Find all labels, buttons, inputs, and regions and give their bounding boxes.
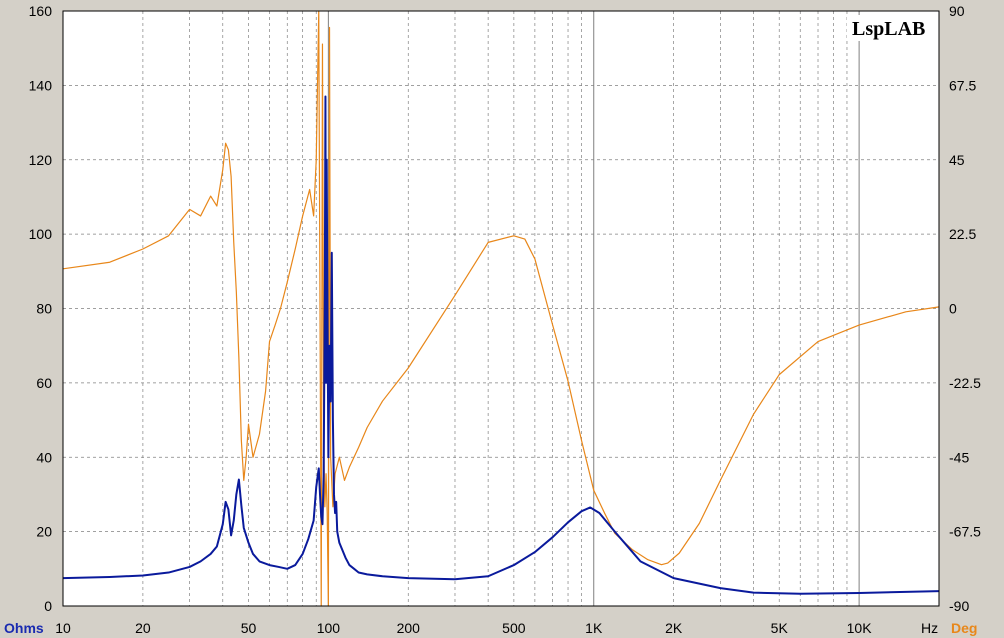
x-tick-label: 2K [665,620,683,636]
y-left-tick-label: 120 [29,152,53,168]
y-right-tick-label: 22.5 [949,226,976,242]
y-right-unit-label: Deg [951,620,977,636]
y-left-unit-label: Ohms [4,620,44,636]
x-axis-ticks: 10 20 50 100 200 500 1K 2K 5K 10K [55,620,872,636]
x-tick-label: 100 [317,620,341,636]
x-tick-label: 10 [55,620,71,636]
y-right-tick-label: 67.5 [949,77,976,93]
y-left-tick-label: 60 [36,375,52,391]
brand-logo: LspLAB [852,18,925,40]
y-left-tick-label: 140 [29,77,53,93]
x-tick-label: 200 [397,620,421,636]
y-right-tick-label: -90 [949,598,969,614]
impedance-phase-chart: 0 20 40 60 80 100 120 140 160 -90 -67.5 -45 -22.5 0 2… [4,3,981,636]
x-tick-label: 5K [771,620,789,636]
y-axis-left-ticks: 0 20 40 60 80 100 120 140 160 [29,3,53,614]
y-left-tick-label: 20 [36,524,52,540]
x-unit-label: Hz [921,620,938,636]
y-axis-right-ticks: -90 -67.5 -45 -22.5 0 22.5 45 67.5 90 [949,3,981,614]
y-left-tick-label: 80 [36,301,52,317]
x-tick-label: 500 [502,620,526,636]
y-right-tick-label: 45 [949,152,965,168]
y-right-tick-label: 0 [949,301,957,317]
y-left-tick-label: 160 [29,3,53,19]
x-tick-label: 50 [241,620,257,636]
y-right-tick-label: 90 [949,3,965,19]
y-left-tick-label: 100 [29,226,53,242]
x-tick-label: 20 [135,620,151,636]
y-right-tick-label: -45 [949,449,969,465]
x-tick-label: 10K [847,620,873,636]
y-left-tick-label: 0 [44,598,52,614]
y-right-tick-label: -22.5 [949,375,981,391]
y-right-tick-label: -67.5 [949,524,981,540]
y-left-tick-label: 40 [36,449,52,465]
x-tick-label: 1K [585,620,603,636]
